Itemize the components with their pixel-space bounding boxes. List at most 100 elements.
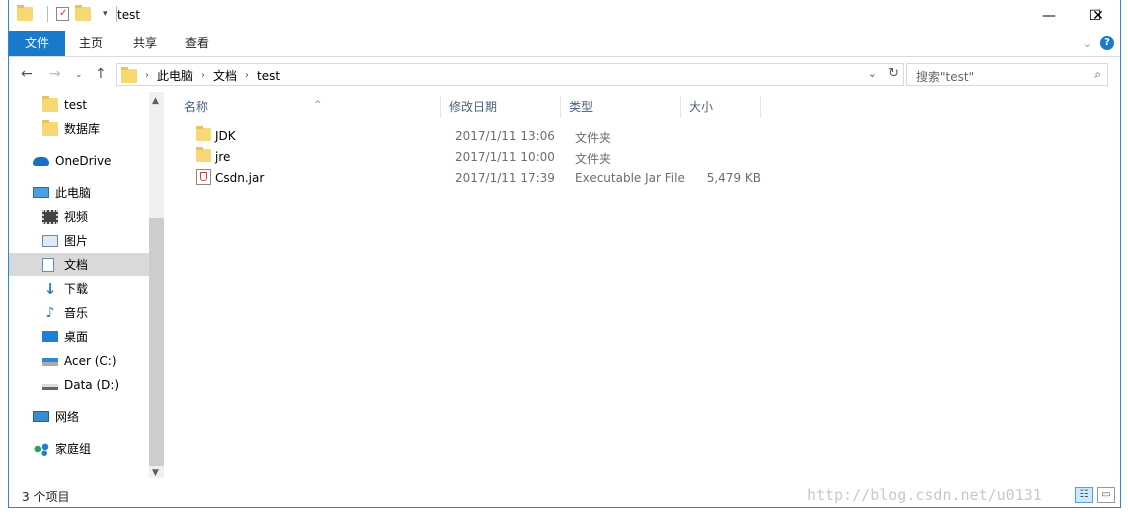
nav-scrollbar[interactable]: ▲ ▼ xyxy=(149,92,164,478)
tab-share[interactable]: 共享 xyxy=(121,31,169,56)
download-icon: ↓ xyxy=(43,279,57,298)
nav-item-network[interactable]: 网络 xyxy=(9,405,149,428)
nav-item-label: 文档 xyxy=(64,258,89,272)
forward-icon[interactable]: → xyxy=(49,66,61,82)
expand-ribbon-icon[interactable]: ⌄ xyxy=(1083,37,1092,50)
nav-item-drive-d[interactable]: Data (D:) xyxy=(9,373,149,396)
title-bar: ✓ ▾ test — ☐ xyxy=(9,0,1120,31)
location-folder-icon xyxy=(121,66,137,83)
address-bar[interactable]: › 此电脑 › 文档 › test ⌄ ↻ xyxy=(116,63,904,86)
nav-item-homegroup[interactable]: 家庭组 xyxy=(9,437,149,460)
file-row[interactable]: JDK 2017/1/11 13:06 文件夹 xyxy=(184,126,764,146)
folder-icon xyxy=(42,95,58,112)
status-bar: 3 个项目 http://blog.csdn.net/u0131 ☷ ▭ xyxy=(9,483,1120,507)
picture-icon xyxy=(42,234,58,247)
nav-item-label: 桌面 xyxy=(64,330,89,344)
file-modified: 2017/1/11 17:39 xyxy=(455,171,555,185)
nav-item-documents[interactable]: 文档 xyxy=(9,253,149,276)
tab-home[interactable]: 主页 xyxy=(67,31,115,56)
nav-item-label: Acer (C:) xyxy=(64,353,117,368)
navigation-pane: test 数据库 OneDrive 此电脑 视频 图片 文档 ↓ 下载 ♪ 音乐… xyxy=(9,92,164,478)
file-type: 文件夹 xyxy=(575,152,612,166)
breadcrumb-item[interactable]: 文档 xyxy=(213,67,237,84)
nav-item-downloads[interactable]: ↓ 下载 xyxy=(9,277,149,300)
file-type: Executable Jar File xyxy=(575,171,685,185)
column-header-size[interactable]: 大小 xyxy=(681,96,761,118)
navigation-bar: ← → ⌄ ↑ › 此电脑 › 文档 › test ⌄ ↻ 搜索"test" ⌕ xyxy=(9,58,1120,92)
recent-locations-icon[interactable]: ⌄ xyxy=(75,70,83,80)
nav-item-label: 下载 xyxy=(64,282,89,296)
nav-item-onedrive[interactable]: OneDrive xyxy=(9,149,149,172)
breadcrumb-chevron-icon[interactable]: › xyxy=(245,70,249,81)
column-header-modified[interactable]: 修改日期 xyxy=(441,96,561,118)
search-input[interactable]: 搜索"test" xyxy=(916,68,974,85)
nav-item-videos[interactable]: 视频 xyxy=(9,205,149,228)
file-modified: 2017/1/11 10:00 xyxy=(455,150,555,164)
computer-icon xyxy=(33,187,49,198)
nav-item-label: OneDrive xyxy=(55,153,112,168)
breadcrumb-chevron-icon[interactable]: › xyxy=(145,70,149,81)
nav-item-desktop[interactable]: 桌面 xyxy=(9,325,149,348)
address-dropdown-icon[interactable]: ⌄ xyxy=(868,67,877,80)
search-box[interactable]: 搜索"test" ⌕ xyxy=(906,63,1108,86)
document-icon xyxy=(42,257,54,272)
nav-item-music[interactable]: ♪ 音乐 xyxy=(9,301,149,324)
nav-item-drive-c[interactable]: Acer (C:) xyxy=(9,349,149,372)
nav-item-this-pc[interactable]: 此电脑 xyxy=(9,181,149,204)
item-count: 3 个项目 xyxy=(22,490,70,504)
toolbar-separator xyxy=(47,6,48,22)
nav-item-test[interactable]: test xyxy=(9,93,149,116)
nav-item-label: 家庭组 xyxy=(55,442,92,456)
file-row[interactable]: jre 2017/1/11 10:00 文件夹 xyxy=(184,147,764,167)
breadcrumb-item[interactable]: test xyxy=(257,69,280,83)
video-icon xyxy=(42,209,58,224)
nav-item-database[interactable]: 数据库 xyxy=(9,117,149,140)
nav-item-label: 此电脑 xyxy=(55,186,92,200)
file-name: Csdn.jar xyxy=(215,171,265,185)
close-button[interactable]: ✕ xyxy=(1075,0,1121,31)
details-view-icon[interactable]: ☷ xyxy=(1075,487,1093,503)
minimize-button[interactable]: — xyxy=(1026,0,1072,31)
nav-item-label: 数据库 xyxy=(64,122,101,136)
refresh-icon[interactable]: ↻ xyxy=(888,66,899,81)
up-icon[interactable]: ↑ xyxy=(95,66,107,82)
quick-access-toolbar: ✓ ▾ xyxy=(17,5,119,22)
nav-item-label: test xyxy=(64,97,88,112)
help-icon[interactable]: ? xyxy=(1100,36,1114,50)
tab-file[interactable]: 文件 xyxy=(9,31,65,56)
scroll-up-icon[interactable]: ▲ xyxy=(152,96,159,106)
breadcrumb-chevron-icon[interactable]: › xyxy=(201,70,205,81)
sort-ascending-icon: ^ xyxy=(314,100,322,110)
column-header-name[interactable]: 名称 ^ xyxy=(176,96,441,118)
new-folder-icon[interactable] xyxy=(75,5,91,21)
nav-item-label: Data (D:) xyxy=(64,377,120,392)
file-list: 名称 ^ 修改日期 类型 大小 JDK 2017/1/11 13:06 文件夹 … xyxy=(164,92,1122,478)
file-row[interactable]: Csdn.jar 2017/1/11 17:39 Executable Jar … xyxy=(184,168,764,188)
nav-item-pictures[interactable]: 图片 xyxy=(9,229,149,252)
tab-view[interactable]: 查看 xyxy=(173,31,221,56)
nav-item-label: 图片 xyxy=(64,234,89,248)
large-icons-view-icon[interactable]: ▭ xyxy=(1097,487,1115,503)
folder-icon xyxy=(17,5,33,21)
nav-item-label: 音乐 xyxy=(64,306,89,320)
network-icon xyxy=(33,411,49,422)
ribbon-tabs: 文件 主页 共享 查看 ⌄ ? xyxy=(9,31,1120,57)
watermark-text: http://blog.csdn.net/u0131 xyxy=(807,486,1042,504)
search-icon[interactable]: ⌕ xyxy=(1094,67,1101,82)
properties-icon[interactable]: ✓ xyxy=(56,7,69,21)
window-title: test xyxy=(117,8,141,22)
breadcrumb-item[interactable]: 此电脑 xyxy=(157,67,193,84)
column-header-type[interactable]: 类型 xyxy=(561,96,681,118)
column-header-label: 名称 xyxy=(184,100,209,114)
folder-icon xyxy=(196,147,211,162)
nav-item-label: 视频 xyxy=(64,210,89,224)
scroll-down-icon[interactable]: ▼ xyxy=(152,468,159,478)
folder-icon xyxy=(42,119,58,136)
homegroup-icon xyxy=(33,441,49,456)
music-icon: ♪ xyxy=(45,304,55,321)
back-icon[interactable]: ← xyxy=(21,66,33,82)
scrollbar-thumb[interactable] xyxy=(149,218,164,466)
file-type: 文件夹 xyxy=(575,131,612,145)
file-modified: 2017/1/11 13:06 xyxy=(455,129,555,143)
customize-toolbar-icon[interactable]: ▾ xyxy=(103,9,108,19)
